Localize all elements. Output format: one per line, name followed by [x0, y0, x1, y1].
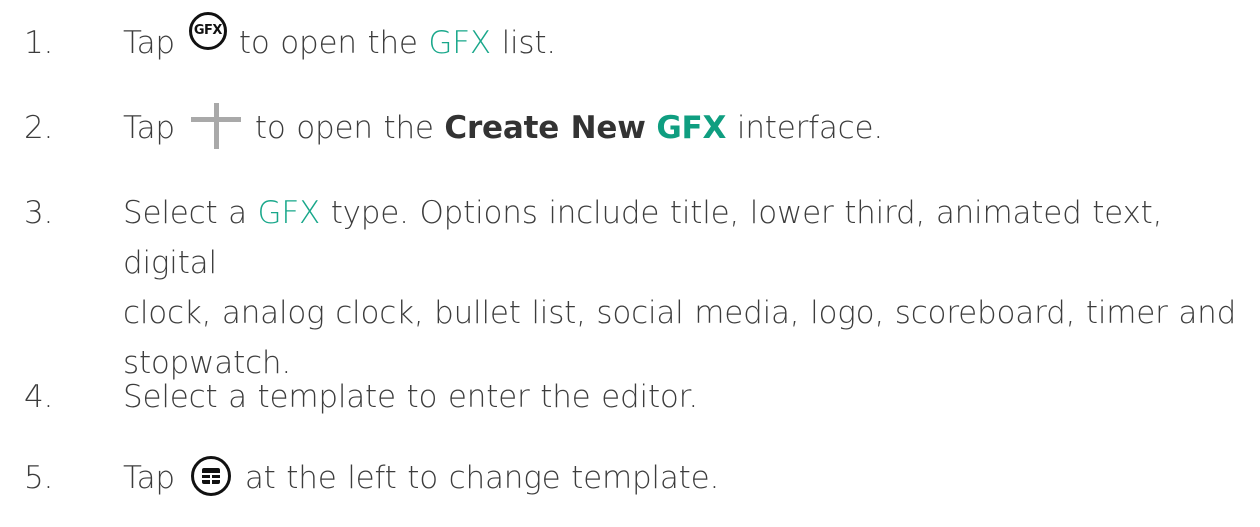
step-text: Tap GFX to open the GFX list.	[123, 11, 1254, 68]
step-text: Tap at the left to change template.	[123, 453, 1254, 503]
step-phrase: at the left to change template.	[244, 460, 720, 496]
step-phrase: Select a	[123, 195, 247, 231]
template-icon	[190, 455, 231, 496]
step-verb: Tap	[123, 110, 175, 146]
step-tail: interface.	[736, 110, 884, 146]
template-grid-glyph	[201, 467, 220, 484]
step-verb: Tap	[123, 25, 175, 61]
step-number: 4.	[24, 379, 54, 415]
gfx-term: GFX	[257, 195, 321, 231]
step-number: 1.	[24, 25, 54, 61]
step-line-2: clock, analog clock, bullet list, social…	[123, 295, 1237, 331]
gfx-icon-label: GFX	[193, 22, 223, 38]
plus-icon	[190, 101, 241, 151]
step-text: Select a GFX type. Options include title…	[123, 188, 1254, 388]
step-text: Select a template to enter the editor.	[123, 379, 699, 415]
create-new-term: Create New	[444, 110, 646, 146]
step-tail: list.	[501, 25, 557, 61]
step-number: 3.	[24, 195, 54, 231]
step-verb: Tap	[123, 460, 175, 496]
step-phrase: to open the	[238, 25, 418, 61]
step-number: 2.	[24, 110, 54, 146]
step-text: Tap to open the Create New GFX interface.	[123, 101, 1254, 155]
gfx-icon: GFX	[188, 11, 227, 50]
step-number: 5.	[24, 460, 54, 496]
gfx-term: GFX	[428, 25, 491, 61]
gfx-term: GFX	[656, 110, 727, 146]
step-phrase: to open the	[254, 110, 434, 146]
